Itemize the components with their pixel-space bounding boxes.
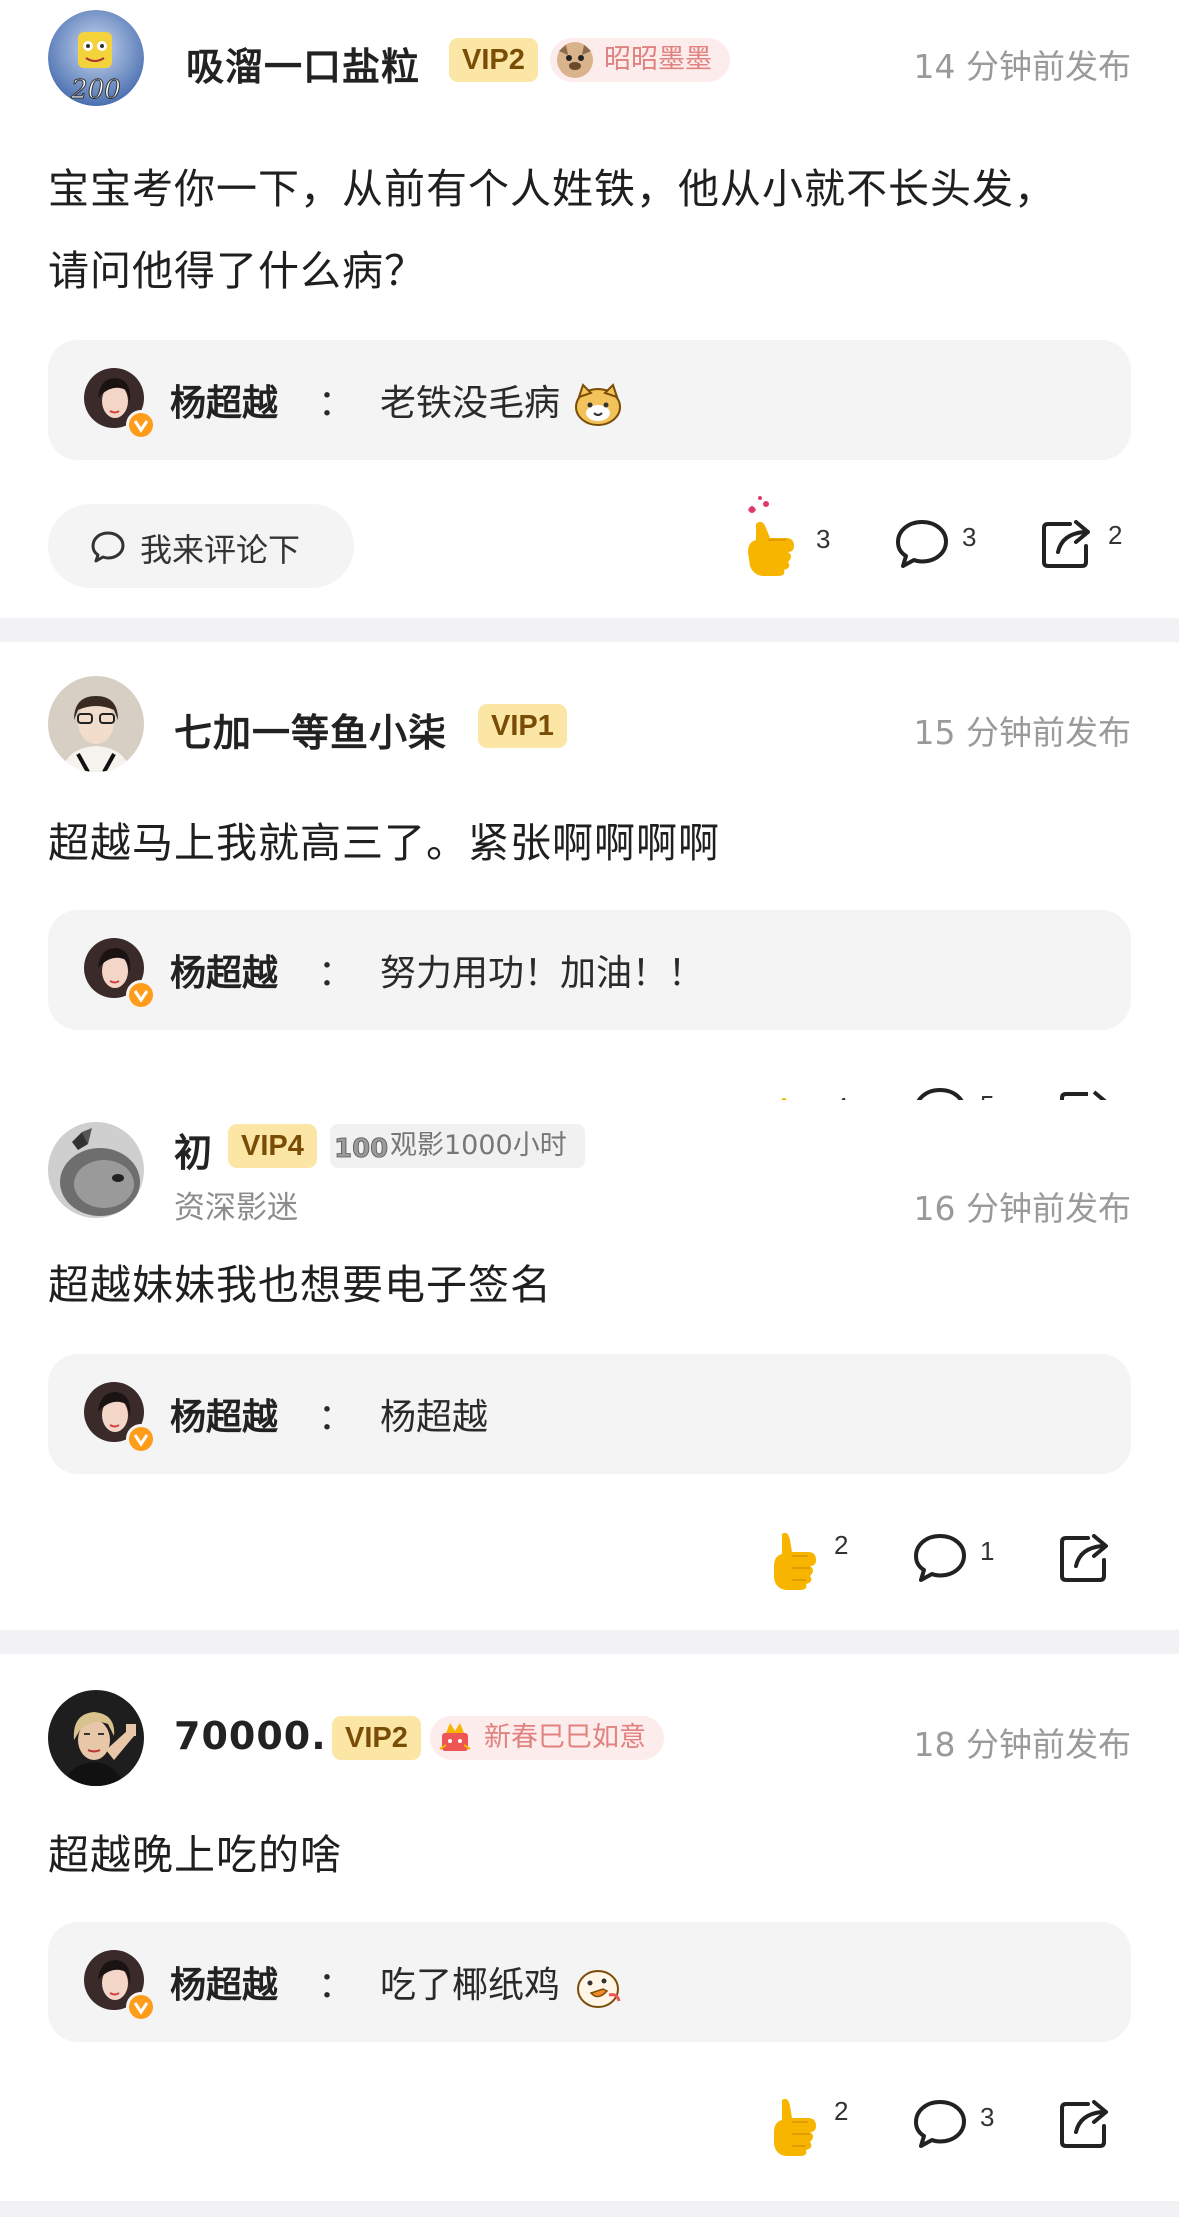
like-button[interactable]: 3 xyxy=(740,496,830,576)
user-title: 资深影迷 xyxy=(174,1190,298,1226)
reply-text: ： 努力用功！加油！！ xyxy=(318,953,705,994)
chick-emoji-icon xyxy=(577,1970,621,2008)
reply-text: ： 老铁没毛病 xyxy=(318,374,623,427)
comment-input-placeholder: 我来评论下 xyxy=(140,531,301,569)
comment-text: 超越马上我就高三了。紧张啊啊啊啊 xyxy=(48,819,720,867)
thumbs-up-icon xyxy=(748,496,794,576)
like-button[interactable]: 4 xyxy=(770,1082,848,1100)
share-button[interactable] xyxy=(1058,1086,1114,1100)
comment-count: 5 xyxy=(980,1090,994,1100)
like-count: 2 xyxy=(834,2096,849,2126)
thumbs-up-icon xyxy=(774,2098,816,2156)
verified-icon xyxy=(126,1424,156,1454)
user-avatar[interactable] xyxy=(48,1690,144,1786)
thumbs-up-icon xyxy=(781,1098,787,1100)
vip-badge: VIP2 xyxy=(449,38,538,82)
chat-bubble-icon xyxy=(91,531,125,563)
comment-card-3: 初 VIP4 1000 观影1000小时 资深影迷 16 分钟前发布 超越妹妹我… xyxy=(0,1100,1179,1630)
reply-button[interactable]: 3 xyxy=(912,2098,994,2150)
dog-face-icon xyxy=(557,42,593,78)
comment-icon xyxy=(914,2100,966,2148)
fan-badge[interactable]: 新春巳巳如意 xyxy=(430,1716,664,1760)
share-count: 2 xyxy=(1108,520,1123,550)
fan-badge[interactable]: 昭昭墨墨 xyxy=(550,38,730,82)
comment-text: 宝宝考你一下，从前有个人姓铁，他从小就不长头发， 请问他得了什么病？ xyxy=(48,165,1056,295)
fan-badge-label: 新春巳巳如意 xyxy=(484,1722,646,1753)
like-count: 4 xyxy=(834,1092,848,1100)
share-button[interactable] xyxy=(1058,2096,1114,2150)
medal-1000-icon: 1000 xyxy=(334,1134,388,1165)
cat-emoji-icon xyxy=(575,383,622,426)
verified-icon xyxy=(126,980,156,1010)
watch-hours-label: 观影1000小时 xyxy=(390,1130,567,1161)
separator xyxy=(0,618,1179,642)
verified-icon xyxy=(126,410,156,440)
comment-text: 超越妹妹我也想要电子签名 xyxy=(48,1261,552,1309)
share-icon xyxy=(1042,520,1090,568)
festival-icon xyxy=(439,1723,471,1751)
comment-count: 3 xyxy=(980,2102,995,2132)
share-button[interactable] xyxy=(1058,1530,1114,1584)
reply-author-name: 杨超越 xyxy=(170,953,279,994)
username[interactable]: 吸溜一口盐粒 xyxy=(186,36,420,91)
reply-author-name: 杨超越 xyxy=(170,383,279,424)
author-reply[interactable]: 杨超越 ： 吃了椰纸鸡 xyxy=(48,1922,1131,2042)
author-reply[interactable]: 杨超越 ： 老铁没毛病 xyxy=(48,340,1131,460)
share-icon xyxy=(1060,1090,1107,1100)
vip-badge: VIP1 xyxy=(478,704,567,748)
verified-icon xyxy=(126,1992,156,2022)
comment-card-4: 70000. VIP2 新春巳巳如意 18 分钟前发布 超越晚上吃的啥 杨超越 … xyxy=(0,1654,1179,2201)
comment-text: 超越晚上吃的啥 xyxy=(48,1831,342,1879)
username[interactable]: 初 xyxy=(174,1122,213,1177)
post-time: 18 分钟前发布 xyxy=(913,1725,1131,1764)
reply-text: ： 吃了椰纸鸡 xyxy=(318,1956,623,2009)
reply-text: ： 杨超越 xyxy=(318,1397,489,1438)
watch-hours-badge[interactable]: 1000 观影1000小时 xyxy=(330,1124,585,1168)
like-count: 3 xyxy=(816,524,831,554)
post-time: 14 分钟前发布 xyxy=(913,47,1131,86)
post-time: 16 分钟前发布 xyxy=(913,1189,1131,1228)
comment-icon xyxy=(914,1534,966,1582)
comment-count: 3 xyxy=(962,522,977,552)
vip-badge: VIP2 xyxy=(332,1716,421,1760)
fan-badge-label: 昭昭墨墨 xyxy=(604,44,712,75)
reply-button[interactable]: 5 xyxy=(912,1086,994,1100)
author-reply[interactable]: 杨超越 ： 努力用功！加油！！ xyxy=(48,910,1131,1030)
reply-button[interactable]: 1 xyxy=(912,1532,994,1584)
username[interactable]: 七加一等鱼小柒 xyxy=(174,702,447,757)
comment-card-1: 200 吸溜一口盐粒 VIP2 昭昭墨墨 14 分钟前发布 宝宝考你一下，从前有… xyxy=(0,0,1179,618)
svg-text:200: 200 xyxy=(70,75,121,105)
vip-badge: VIP4 xyxy=(228,1124,317,1168)
comment-input[interactable]: 我来评论下 xyxy=(48,504,354,588)
separator xyxy=(0,2201,1179,2217)
reply-button[interactable]: 3 xyxy=(894,518,976,570)
svg-text:1000: 1000 xyxy=(334,1134,388,1164)
post-time: 15 分钟前发布 xyxy=(913,713,1131,752)
comment-icon xyxy=(916,1087,964,1100)
comment-card-2: 七加一等鱼小柒 VIP1 15 分钟前发布 超越马上我就高三了。紧张啊啊啊啊 杨… xyxy=(0,642,1179,1100)
reply-author-name: 杨超越 xyxy=(170,1397,279,1438)
like-count: 2 xyxy=(834,1530,849,1560)
share-icon xyxy=(1060,2100,1108,2148)
user-avatar[interactable] xyxy=(48,676,144,772)
like-button[interactable]: 2 xyxy=(770,1528,848,1594)
share-button[interactable]: 2 xyxy=(1040,516,1122,570)
separator xyxy=(0,1630,1179,1654)
thumbs-up-icon xyxy=(774,1532,816,1590)
user-avatar[interactable] xyxy=(48,1122,144,1218)
comment-icon xyxy=(896,520,948,568)
author-reply[interactable]: 杨超越 ： 杨超越 xyxy=(48,1354,1131,1474)
comment-count: 1 xyxy=(980,1536,995,1566)
reply-author-name: 杨超越 xyxy=(170,1965,279,2006)
like-button[interactable]: 2 xyxy=(770,2094,848,2160)
user-avatar[interactable]: 200 xyxy=(48,10,144,106)
username[interactable]: 70000. xyxy=(174,1714,327,1758)
share-icon xyxy=(1060,1534,1108,1582)
